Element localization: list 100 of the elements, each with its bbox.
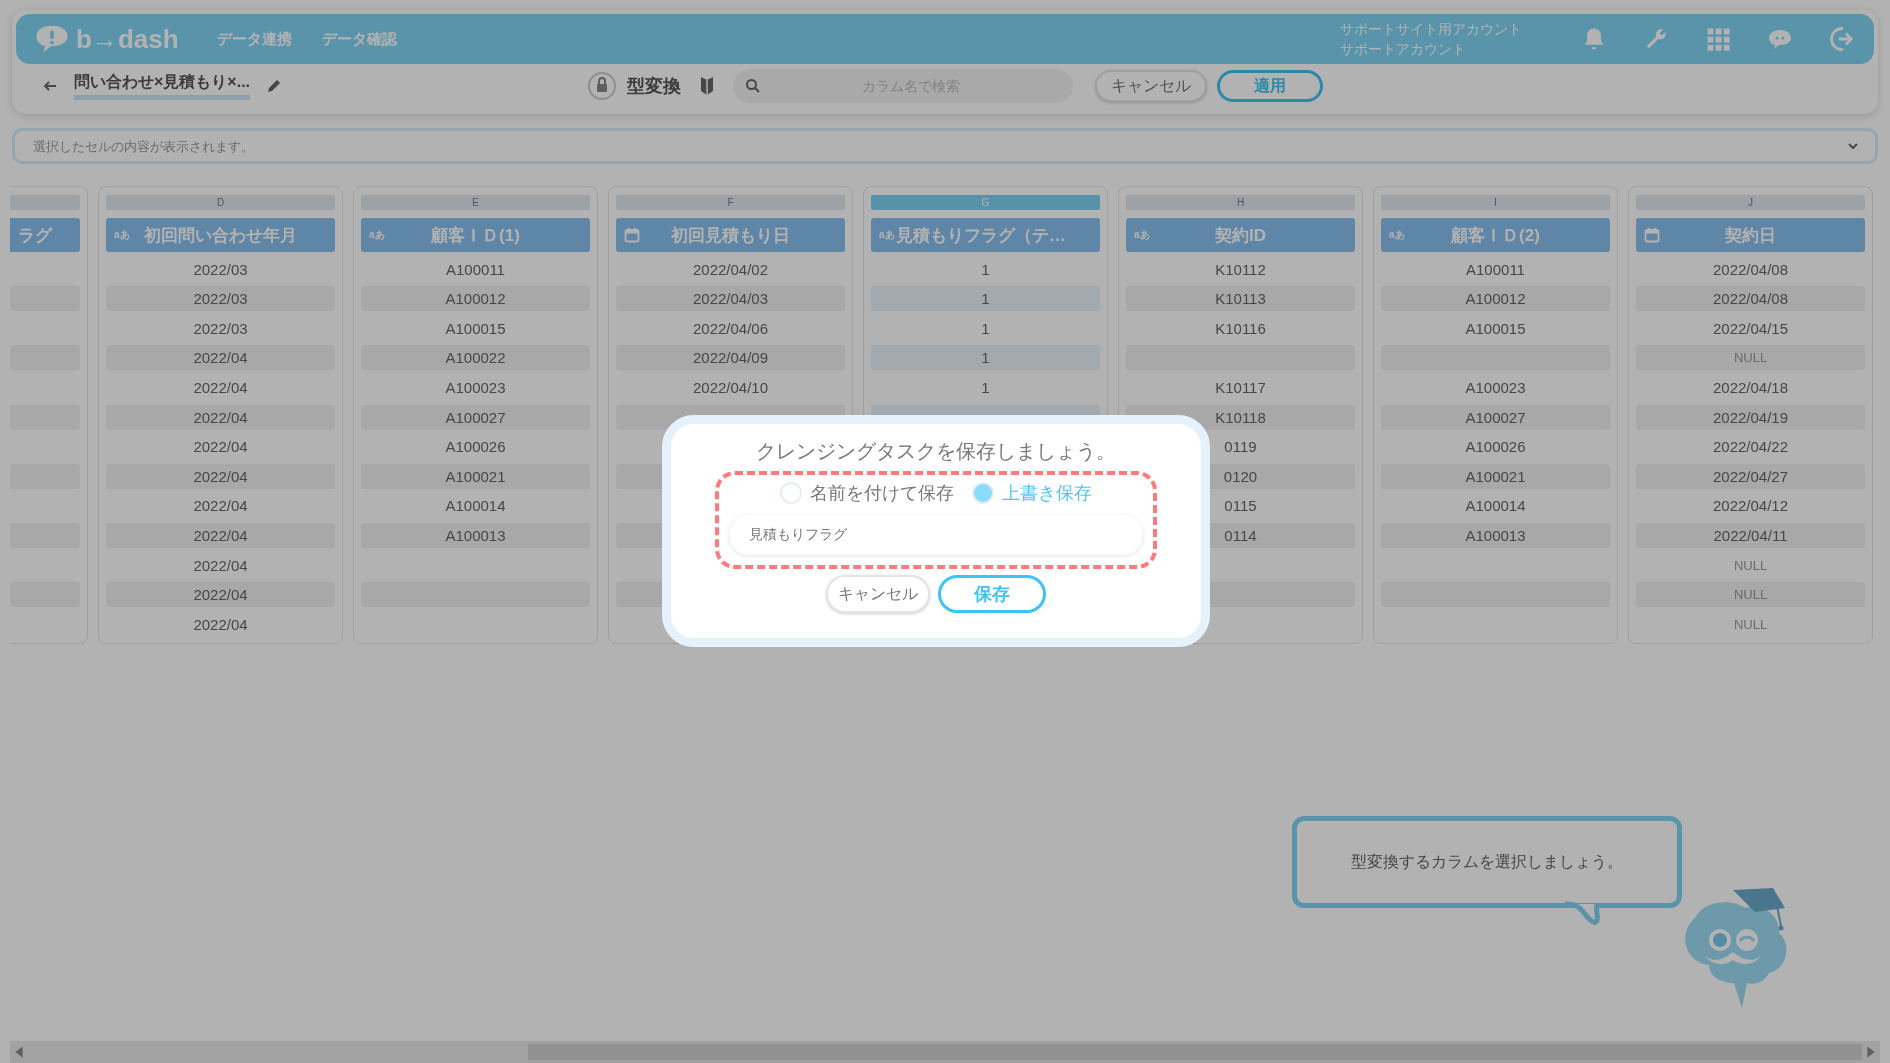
option-label: 名前を付けて保存	[810, 482, 954, 505]
name-input[interactable]: 見積もりフラグ	[749, 527, 1123, 543]
column-letter[interactable]: F	[616, 195, 845, 210]
column-header[interactable]: aあ 顧客ＩＤ(1)	[361, 218, 590, 252]
table-cell-text: K10112	[1214, 259, 1267, 280]
table-cell: NULL	[1636, 345, 1865, 371]
column-letter[interactable]: D	[106, 195, 335, 210]
logout-icon[interactable]	[1828, 25, 1856, 53]
table-cell-text: NULL	[1732, 556, 1769, 575]
table-cell: 2022/04	[106, 582, 335, 608]
cell-preview-field[interactable]: 選択したセルの内容が表示されます。	[12, 128, 1878, 164]
table-cell-text: 2022/04/02	[691, 259, 770, 280]
table-cell-text: A100015	[1464, 318, 1527, 339]
save-button[interactable]: 保存	[938, 575, 1046, 613]
guide-text: 型変換するカラムを選択しましょう。	[1351, 851, 1623, 872]
column-letter[interactable]: J	[1636, 195, 1865, 210]
column-letter[interactable]: I	[1381, 195, 1610, 210]
table-cell: A100012	[1381, 286, 1610, 312]
column-title: 初回見積もり日	[670, 224, 791, 247]
table-cell-text: 2022/03	[192, 318, 249, 339]
column-title: 契約日	[1724, 224, 1777, 247]
chevron-down-icon[interactable]	[1847, 140, 1859, 152]
column-header[interactable]: 初回見積もり日	[616, 218, 845, 252]
table-cell-text: K10116	[1214, 318, 1267, 339]
radio-option[interactable]: 上書き保存	[972, 481, 1092, 505]
table-cell: 2022/04/09	[616, 345, 845, 371]
table-cell-text: A100014	[444, 496, 507, 517]
task-title: 問い合わせ×見積もり×...	[74, 72, 251, 100]
table-cell-text: 2022/04	[192, 496, 249, 517]
mode-title: 型変換	[627, 75, 681, 98]
table-cell: A100013	[1381, 522, 1610, 548]
table-cell-text: K10117	[1214, 377, 1267, 398]
table-cell-text: 2022/04/15	[1711, 318, 1790, 339]
column-title: 初回問い合わせ年月	[143, 224, 298, 247]
table-cell: A100021	[361, 463, 590, 489]
table-cell-text: 2022/04	[192, 614, 249, 635]
table-cell: 2022/04/03	[616, 286, 845, 312]
table-cell-text: 0119	[1223, 437, 1258, 458]
table-cell-text: 2022/04/12	[1711, 496, 1790, 517]
cancel-button[interactable]: キャンセル	[1095, 70, 1207, 102]
table-cell-text: 1	[980, 377, 991, 398]
table-cell: 2022/04	[106, 404, 335, 430]
table-cell-text: A100014	[1464, 496, 1527, 517]
table-cell-text: A100026	[444, 437, 507, 458]
table-cell: A100013	[361, 522, 590, 548]
string-type-icon: aあ	[1389, 228, 1415, 242]
apply-button[interactable]: 適用	[1217, 70, 1323, 102]
radio-option[interactable]: 名前を付けて保存	[780, 481, 954, 505]
dialog-title: クレンジングタスクを保存しましょう。	[756, 439, 1116, 464]
table-cell: NULL	[1636, 582, 1865, 608]
table-cell-text: 1	[980, 318, 991, 339]
column-header[interactable]: aあ 初回問い合わせ年月	[106, 218, 335, 252]
table-cell: 1	[871, 345, 1100, 371]
column-letter[interactable]: H	[1126, 195, 1355, 210]
table-cell-text: 2022/04/22	[1711, 437, 1790, 458]
column-title: 見積もりフラグ（テ…	[896, 224, 1066, 247]
column-title: 顧客ＩＤ(2)	[1450, 224, 1541, 247]
column-letter[interactable]: E	[361, 195, 590, 210]
table-cell-text: A100026	[1464, 437, 1527, 458]
column-header[interactable]: aあ 契約ID	[1126, 218, 1355, 252]
leaf-mark-icon[interactable]	[699, 76, 715, 96]
table-cell: A100021	[1381, 463, 1610, 489]
calendar-icon	[1644, 227, 1660, 243]
column-header[interactable]: aあ 顧客ＩＤ(2)	[1381, 218, 1610, 252]
table-cell-text: A100023	[444, 377, 507, 398]
table-cell: 2022/04/27	[1636, 463, 1865, 489]
column-title: 顧客ＩＤ(1)	[430, 224, 521, 247]
radio-button[interactable]	[972, 482, 994, 504]
radio-button[interactable]	[780, 482, 802, 504]
table-cell: A100022	[361, 345, 590, 371]
nav-link[interactable]: データ連携	[216, 29, 292, 49]
cell-preview-input[interactable]: 選択したセルの内容が表示されます。	[31, 137, 1847, 155]
table-cell-text: 2022/03	[192, 259, 249, 280]
table-cell-text: A100011	[1465, 259, 1526, 280]
account-name: サポートサイト用アカウント	[1340, 20, 1522, 39]
horizontal-scrollbar[interactable]	[10, 1041, 1880, 1063]
column-header[interactable]: ラグ	[10, 218, 80, 252]
table-cell-text: 2022/04/18	[1711, 377, 1790, 398]
string-type-icon: aあ	[879, 228, 896, 242]
table-cell: 2022/04/08	[1636, 286, 1865, 312]
table-cell-text: A100015	[444, 318, 507, 339]
table-cell: 2022/04	[106, 345, 335, 371]
string-type-icon: aあ	[114, 228, 140, 242]
table-cell: 2022/03	[106, 286, 335, 312]
table-cell-text: 2022/04	[192, 555, 249, 576]
table-cell: 2022/04/19	[1636, 404, 1865, 430]
table-cell-text: NULL	[1732, 615, 1769, 634]
table-cell: K10113	[1126, 286, 1355, 312]
column-letter[interactable]: G	[871, 195, 1100, 210]
nav-link[interactable]: データ確認	[321, 29, 397, 49]
column-header[interactable]: 契約日	[1636, 218, 1865, 252]
table-cell: 1	[871, 286, 1100, 312]
column-title: ラグ	[18, 224, 54, 247]
table-cell-text: 2022/04	[192, 377, 249, 398]
cancel-button[interactable]: キャンセル	[826, 575, 930, 613]
table-cell-text: A100011	[445, 259, 506, 280]
table-cell-text: 0115	[1223, 496, 1258, 517]
pencil-icon[interactable]	[266, 78, 283, 94]
column-title: 契約ID	[1214, 224, 1267, 247]
table-cell-text: 2022/04/10	[691, 377, 770, 398]
